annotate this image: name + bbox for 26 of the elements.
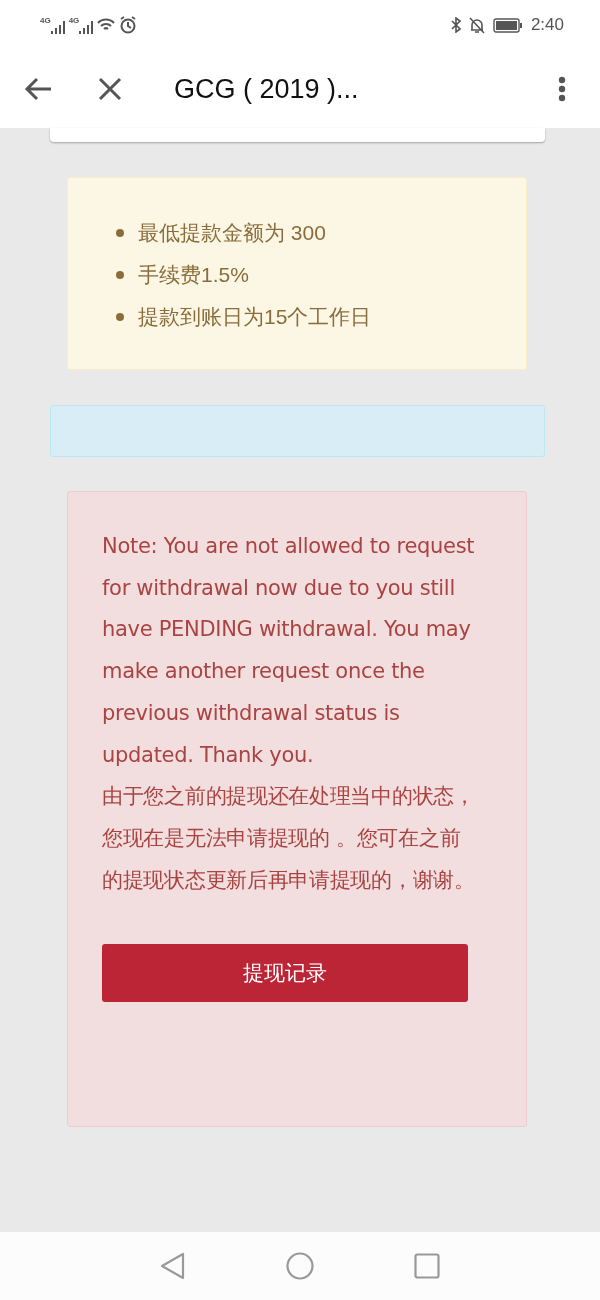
recents-nav-icon[interactable] (414, 1253, 440, 1279)
bullet-icon (116, 271, 124, 279)
muted-bell-icon (468, 16, 485, 34)
signal-icon (50, 21, 65, 34)
signal-icon (79, 21, 94, 34)
home-nav-icon[interactable] (286, 1252, 314, 1280)
network-label: 4G (68, 16, 80, 25)
withdrawal-history-button[interactable]: 提现记录 (102, 944, 468, 1003)
wifi-icon (97, 18, 116, 32)
info-item: 最低提款金额为 300 (138, 220, 326, 246)
alarm-icon (119, 16, 138, 34)
back-nav-icon[interactable] (160, 1252, 186, 1280)
more-icon (558, 76, 566, 102)
notice-text: Note: You are not allowed to request for withdrawal now due to you still have PENDING withdrawal. You may make another request once the previous withdrawal status is updated. Thank you. (102, 533, 476, 769)
bullet-icon (116, 313, 124, 321)
close-icon (98, 77, 122, 101)
info-item: 提款到账日为15个工作日 (138, 304, 372, 330)
bullet-icon (116, 229, 124, 237)
clock-time: 2:40 (530, 15, 564, 35)
back-arrow-icon (24, 77, 52, 101)
page-title: GCG ( 2019 )... (174, 73, 360, 105)
network-label: 4G (40, 16, 51, 25)
info-item: 手续费1.5% (138, 262, 249, 288)
notice-text: 由于您之前的提现还在处理当中的状态，您现在是无法申请提现的 。您可在之前的提现状态更新后再申请提现的，谢谢。 (102, 783, 476, 894)
bluetooth-icon (450, 17, 461, 33)
battery-icon (492, 17, 523, 33)
